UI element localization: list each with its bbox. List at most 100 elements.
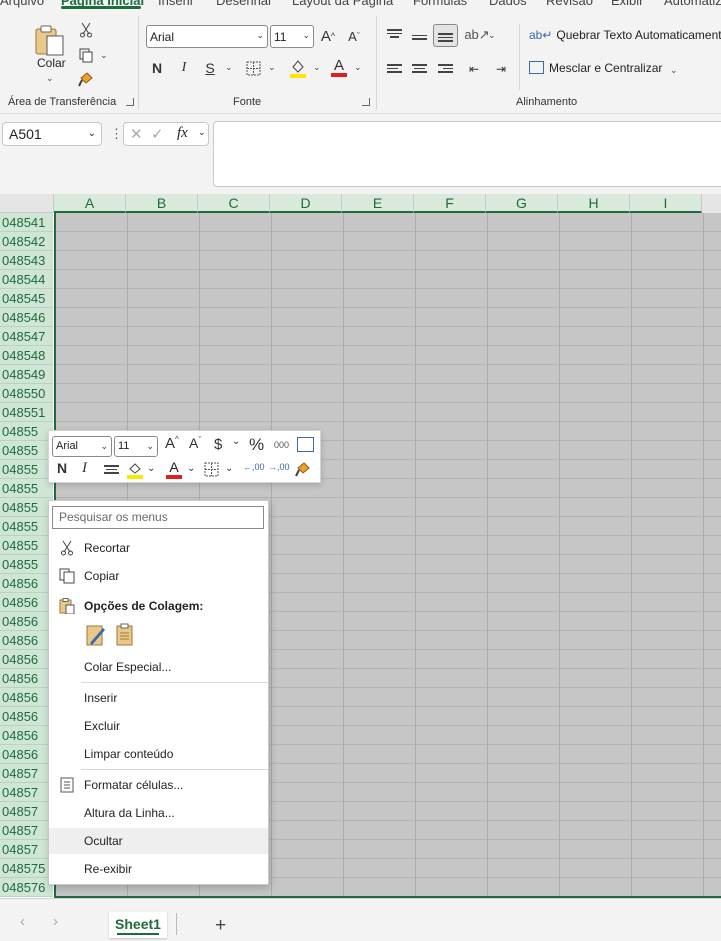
row-header[interactable]: 04856 <box>0 574 53 593</box>
font-size-select[interactable]: 11 ⌄ <box>270 25 314 48</box>
add-sheet-button[interactable]: + <box>215 916 226 935</box>
row-header[interactable]: 04855 <box>0 536 53 555</box>
mini-increase-decimal-button[interactable]: ←,00 <box>243 462 265 472</box>
borders-dropdown-arrow[interactable]: ⌄ <box>268 62 276 73</box>
tab-exibir[interactable]: Exibir <box>611 0 644 8</box>
format-painter-icon[interactable] <box>76 70 96 88</box>
mini-format-painter-icon[interactable] <box>295 461 312 478</box>
column-header[interactable]: C <box>198 194 270 213</box>
chevron-down-icon[interactable]: ⌄ <box>198 127 206 138</box>
menu-item-format-cells[interactable]: Formatar células... <box>49 772 268 798</box>
cut-icon[interactable] <box>76 21 96 39</box>
row-header[interactable]: 04856 <box>0 688 53 707</box>
mini-decrease-decimal-button[interactable]: →,00 <box>268 462 290 472</box>
row-header[interactable]: 04855 <box>0 441 53 460</box>
mini-font-color-button[interactable]: A <box>166 460 182 480</box>
paste-icon[interactable] <box>115 623 135 647</box>
mini-percent-button[interactable]: % <box>249 435 264 455</box>
mini-currency-button[interactable]: $ <box>214 436 222 453</box>
chevron-down-icon[interactable]: ⌄ <box>225 463 233 474</box>
align-center-icon[interactable] <box>412 64 427 75</box>
mini-borders-icon[interactable] <box>204 462 219 477</box>
tab-dados[interactable]: Dados <box>489 0 527 8</box>
row-header[interactable]: 048548 <box>0 346 53 365</box>
row-header[interactable]: 04855 <box>0 555 53 574</box>
row-header[interactable]: 04855 <box>0 422 53 441</box>
shrink-font-button[interactable]: Aˇ <box>344 26 364 46</box>
mini-font-size-select[interactable]: 11 ⌄ <box>114 436 158 457</box>
orientation-icon[interactable]: ab↗ <box>464 26 489 44</box>
align-right-icon[interactable] <box>438 64 453 75</box>
row-header[interactable]: 04855 <box>0 479 53 498</box>
underline-button[interactable]: S <box>201 58 219 78</box>
row-header[interactable]: 04855 <box>0 498 53 517</box>
row-header[interactable]: 048549 <box>0 365 53 384</box>
row-header[interactable]: 048545 <box>0 289 53 308</box>
orientation-dropdown-arrow[interactable]: ⌄ <box>488 30 496 41</box>
tab-desenhar[interactable]: Desenhar <box>216 0 272 8</box>
mini-align-center-icon[interactable] <box>104 465 119 476</box>
formula-input[interactable] <box>213 121 721 187</box>
tab-revisao[interactable]: Revisão <box>546 0 593 8</box>
menu-item-copy[interactable]: Copiar <box>49 563 268 589</box>
row-header[interactable]: 04857 <box>0 802 53 821</box>
paste-formatting-icon[interactable] <box>85 623 107 647</box>
scroll-right-icon[interactable]: › <box>53 913 58 930</box>
copy-dropdown-arrow[interactable]: ⌄ <box>100 50 108 61</box>
chevron-down-icon[interactable]: ⌄ <box>232 436 240 447</box>
row-header[interactable]: 04856 <box>0 745 53 764</box>
column-header[interactable]: E <box>342 194 414 213</box>
column-header[interactable]: G <box>486 194 558 213</box>
align-top-icon[interactable] <box>387 29 402 40</box>
fill-color-icon[interactable] <box>288 57 308 79</box>
column-header[interactable]: H <box>558 194 630 213</box>
mini-bold-button[interactable]: N <box>57 460 67 476</box>
align-bottom-button[interactable] <box>433 24 458 47</box>
align-middle-icon[interactable] <box>412 31 427 42</box>
select-all-corner[interactable] <box>0 194 54 213</box>
copy-icon[interactable] <box>76 46 96 64</box>
row-header[interactable]: 04855 <box>0 460 53 479</box>
row-header[interactable]: 048550 <box>0 384 53 403</box>
menu-item-cut[interactable]: Recortar <box>49 535 268 561</box>
column-header[interactable]: A <box>54 194 126 213</box>
menu-item-row-height[interactable]: Altura da Linha... <box>49 800 268 826</box>
tab-layout[interactable]: Layout da Página <box>292 0 393 8</box>
clipboard-launcher-icon[interactable] <box>126 98 134 106</box>
italic-button[interactable]: I <box>175 58 193 78</box>
tab-formulas[interactable]: Fórmulas <box>413 0 467 8</box>
insert-function-button[interactable]: fx <box>177 125 188 142</box>
column-header[interactable]: I <box>630 194 702 213</box>
mini-fill-color-icon[interactable] <box>127 461 143 479</box>
font-color-button[interactable]: A <box>330 56 348 78</box>
menu-item-hide[interactable]: Ocultar <box>49 828 268 854</box>
scroll-left-icon[interactable]: ‹ <box>20 913 25 930</box>
menu-item-unhide[interactable]: Re-exibir <box>49 856 268 882</box>
row-header[interactable]: 04856 <box>0 612 53 631</box>
row-header[interactable]: 04857 <box>0 821 53 840</box>
row-header[interactable]: 04856 <box>0 669 53 688</box>
decrease-indent-icon[interactable]: ⇤ <box>464 60 484 78</box>
menu-search-input[interactable]: Pesquisar os menus <box>52 506 264 529</box>
font-launcher-icon[interactable] <box>362 98 370 106</box>
row-header[interactable]: 048546 <box>0 308 53 327</box>
row-header[interactable]: 04857 <box>0 840 53 859</box>
grow-font-button[interactable]: A ^ <box>318 26 338 46</box>
row-header[interactable]: 048544 <box>0 270 53 289</box>
font-name-select[interactable]: Arial ⌄ <box>146 25 268 48</box>
mini-thousands-button[interactable]: 000 <box>274 440 289 450</box>
paste-dropdown-arrow[interactable]: ⌄ <box>46 73 54 84</box>
merge-center-button[interactable]: Mesclar e Centralizar <box>529 61 662 75</box>
sheet-tab[interactable]: Sheet1 <box>109 912 167 938</box>
tab-arquivo[interactable]: Arquivo <box>0 0 44 8</box>
confirm-icon[interactable]: ✓ <box>151 125 164 143</box>
mini-shrink-font-button[interactable]: Aˇ <box>189 435 201 451</box>
name-box[interactable]: A501 ⌄ <box>2 122 102 146</box>
cancel-icon[interactable]: ✕ <box>130 125 143 143</box>
row-header[interactable]: 04856 <box>0 726 53 745</box>
underline-dropdown-arrow[interactable]: ⌄ <box>225 62 233 73</box>
chevron-down-icon[interactable]: ⌄ <box>147 463 155 474</box>
fill-color-dropdown-arrow[interactable]: ⌄ <box>313 62 321 73</box>
column-header[interactable]: B <box>126 194 198 213</box>
menu-item-clear-contents[interactable]: Limpar conteúdo <box>49 741 268 767</box>
